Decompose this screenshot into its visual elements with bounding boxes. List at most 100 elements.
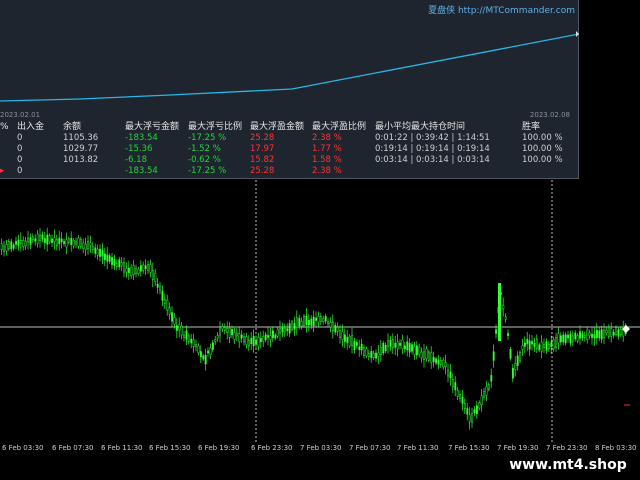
candle-body (322, 318, 325, 322)
table-row[interactable]: 0 1029.77 -15.36 -1.52 % 17.97 1.77 % 0:… (0, 144, 579, 155)
table-row[interactable]: 0 1013.82 -6.18 -0.62 % 15.82 1.58 % 0:0… (0, 155, 579, 166)
candle-body (533, 342, 536, 347)
candle-body (365, 348, 368, 357)
candle-body (483, 391, 486, 398)
candle-body (240, 334, 243, 339)
candle-body (367, 353, 370, 357)
candle-body (564, 334, 567, 343)
candle-body (406, 341, 409, 351)
candle-body (192, 339, 195, 347)
candle-body (255, 339, 258, 345)
time-label: 6 Feb 03:30 (2, 444, 44, 452)
cell-max-profit-pct: 2.38 % (312, 133, 342, 143)
col-win-rate: 胜率 (522, 122, 541, 132)
candle-body (619, 328, 622, 336)
candle-body (509, 349, 512, 359)
candle-body (283, 327, 286, 333)
candle-body (360, 343, 363, 351)
candle-body (101, 250, 104, 257)
candle-body (617, 329, 620, 337)
candle-body (72, 240, 75, 247)
candle-body (535, 338, 538, 349)
candle-body (552, 339, 555, 350)
candle-body (391, 339, 394, 349)
col-pct: % (0, 122, 9, 132)
candle-body (454, 382, 457, 391)
candle-body (228, 327, 231, 338)
candle-body (526, 338, 529, 345)
time-label: 6 Feb 15:30 (149, 444, 191, 452)
candle-body (425, 348, 428, 359)
total-max-loss-pct: -17.25 % (188, 166, 227, 176)
candle-body (490, 375, 493, 382)
candle-body (571, 335, 574, 342)
col-deposit: 出入金 (17, 122, 45, 132)
candle-body (331, 321, 334, 332)
candle-body (281, 327, 284, 333)
cell-win-rate: 100.00 % (522, 155, 563, 165)
equity-line (0, 33, 579, 102)
candle-body (588, 332, 591, 337)
candle-body (144, 265, 147, 269)
candle-body (55, 238, 58, 247)
candle-body (120, 262, 123, 267)
cell-max-loss: -6.18 (125, 155, 147, 165)
cell-balance: 1105.36 (63, 133, 99, 143)
candle-body (12, 244, 15, 249)
candle-body (211, 342, 214, 350)
cell-deposit: 0 (17, 155, 23, 165)
stats-table: % 出入金 余额 最大浮亏金额 最大浮亏比例 最大浮盈金额 最大浮盈比例 最小平… (0, 122, 579, 177)
candle-body (401, 339, 404, 350)
candle-body (439, 360, 442, 365)
candle-body (581, 333, 584, 339)
candle-body (219, 328, 222, 336)
candle-body (576, 335, 579, 342)
table-row[interactable]: 0 1105.36 -183.54 -17.25 % 25.28 2.38 % … (0, 133, 579, 144)
candle-body (5, 244, 8, 252)
candle-body (370, 351, 373, 358)
candle-body (375, 352, 378, 359)
candle-body (226, 328, 229, 334)
candle-body (372, 352, 375, 358)
table-total-row[interactable]: ▸ 0 -183.54 -17.25 % 25.28 2.38 % (0, 166, 579, 177)
candle-body (478, 402, 481, 409)
candle-body (403, 345, 406, 350)
candle-body (29, 237, 32, 245)
candle-body (51, 238, 54, 243)
candle-body (63, 241, 66, 244)
candle-body (149, 264, 152, 273)
candle-body (468, 414, 471, 423)
candle-body (111, 257, 114, 265)
candle-body (106, 254, 109, 262)
candle-body (600, 329, 603, 340)
candle-body (355, 342, 358, 346)
candle-body (511, 368, 514, 379)
cell-max-profit: 25.28 (250, 133, 275, 143)
candle-body (108, 255, 111, 262)
candle-body (387, 340, 390, 347)
candle-body (135, 267, 138, 275)
candle-body (221, 326, 224, 330)
candle-body (298, 318, 301, 327)
total-marker: ▸ (0, 166, 5, 176)
candle-body (118, 259, 121, 268)
candle-body (204, 355, 207, 365)
candle-body (598, 330, 601, 339)
candle-body (243, 336, 246, 343)
equity-curve (0, 31, 579, 102)
cell-max-profit-pct: 1.58 % (312, 155, 342, 165)
candle-body (516, 355, 519, 367)
candle-body (276, 328, 279, 337)
candle-body (190, 338, 193, 344)
cell-win-rate: 100.00 % (522, 144, 563, 154)
candle-body (235, 332, 238, 337)
cell-max-loss: -183.54 (125, 133, 158, 143)
candle-body (231, 328, 234, 336)
candle-body (394, 342, 397, 348)
candle-body (413, 346, 416, 355)
cell-max-profit: 17.97 (250, 144, 275, 154)
candle-body (615, 327, 618, 336)
candle-body (262, 336, 265, 342)
cell-max-profit-pct: 1.77 % (312, 144, 342, 154)
candle-body (27, 237, 30, 243)
